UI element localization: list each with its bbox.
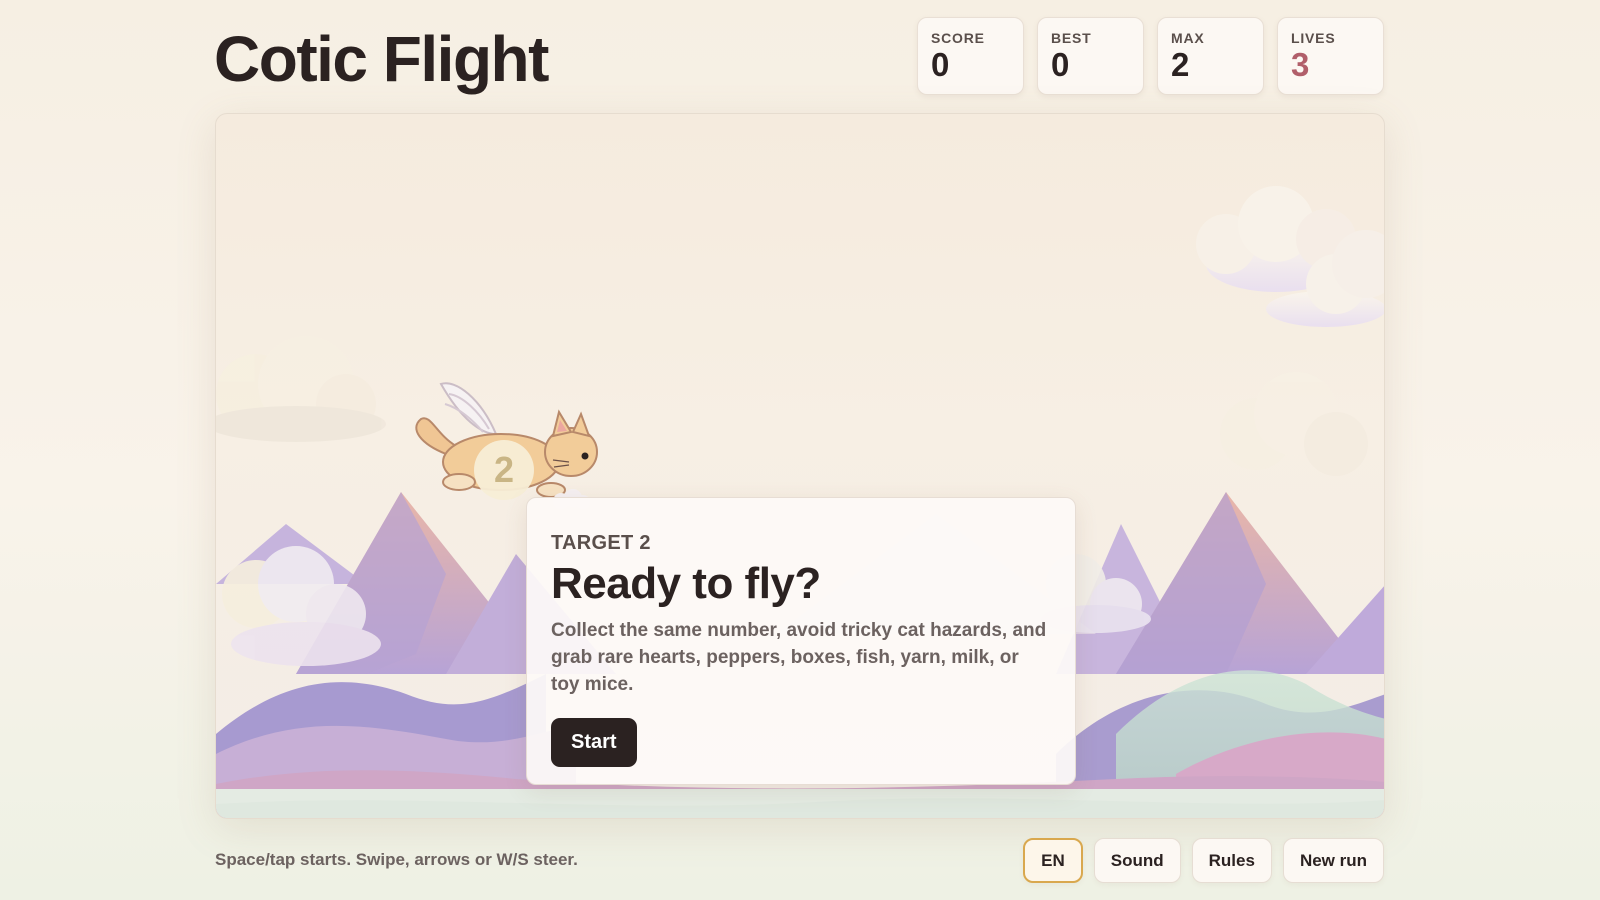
cloud-top-right — [1196, 186, 1384, 327]
score-value: 0 — [931, 46, 950, 83]
overlay-heading: Ready to fly? — [551, 559, 821, 608]
lives-label: LIVES — [1291, 30, 1336, 46]
language-button[interactable]: EN — [1023, 838, 1083, 883]
target-label: TARGET 2 — [551, 532, 651, 554]
new-run-button[interactable]: New run — [1282, 838, 1384, 883]
cat-number: 2 — [494, 449, 514, 490]
lives-value: 3 — [1291, 46, 1310, 83]
best-value: 0 — [1051, 46, 1070, 83]
start-button[interactable]: Start — [551, 718, 637, 767]
lives-stat: LIVES 3 — [1277, 17, 1384, 95]
cloud-mid-right — [1220, 372, 1368, 476]
stats-bar: SCORE 0 BEST 0 MAX 2 LIVES 3 — [917, 17, 1384, 95]
max-stat: MAX 2 — [1157, 17, 1264, 95]
overlay-description: Collect the same number, avoid tricky ca… — [551, 620, 1047, 695]
best-stat: BEST 0 — [1037, 17, 1144, 95]
control-buttons: EN Sound Rules New run — [1023, 838, 1384, 883]
cloud-bottom-left — [222, 546, 381, 666]
cloud-left — [216, 336, 386, 442]
max-label: MAX — [1171, 30, 1205, 46]
max-value: 2 — [1171, 46, 1190, 83]
game-canvas[interactable]: 2 TARGET 2 Ready to fly? Collect the sam… — [215, 113, 1385, 819]
rules-button[interactable]: Rules — [1191, 838, 1272, 883]
start-overlay: TARGET 2 Ready to fly? Collect the same … — [526, 497, 1076, 785]
best-label: BEST — [1051, 30, 1092, 46]
cat-player: 2 — [415, 382, 598, 509]
game-title: Cotic Flight — [214, 23, 549, 95]
score-label: SCORE — [931, 30, 985, 46]
score-stat: SCORE 0 — [917, 17, 1024, 95]
controls-hint: Space/tap starts. Swipe, arrows or W/S s… — [215, 850, 578, 869]
sound-button[interactable]: Sound — [1093, 838, 1181, 883]
